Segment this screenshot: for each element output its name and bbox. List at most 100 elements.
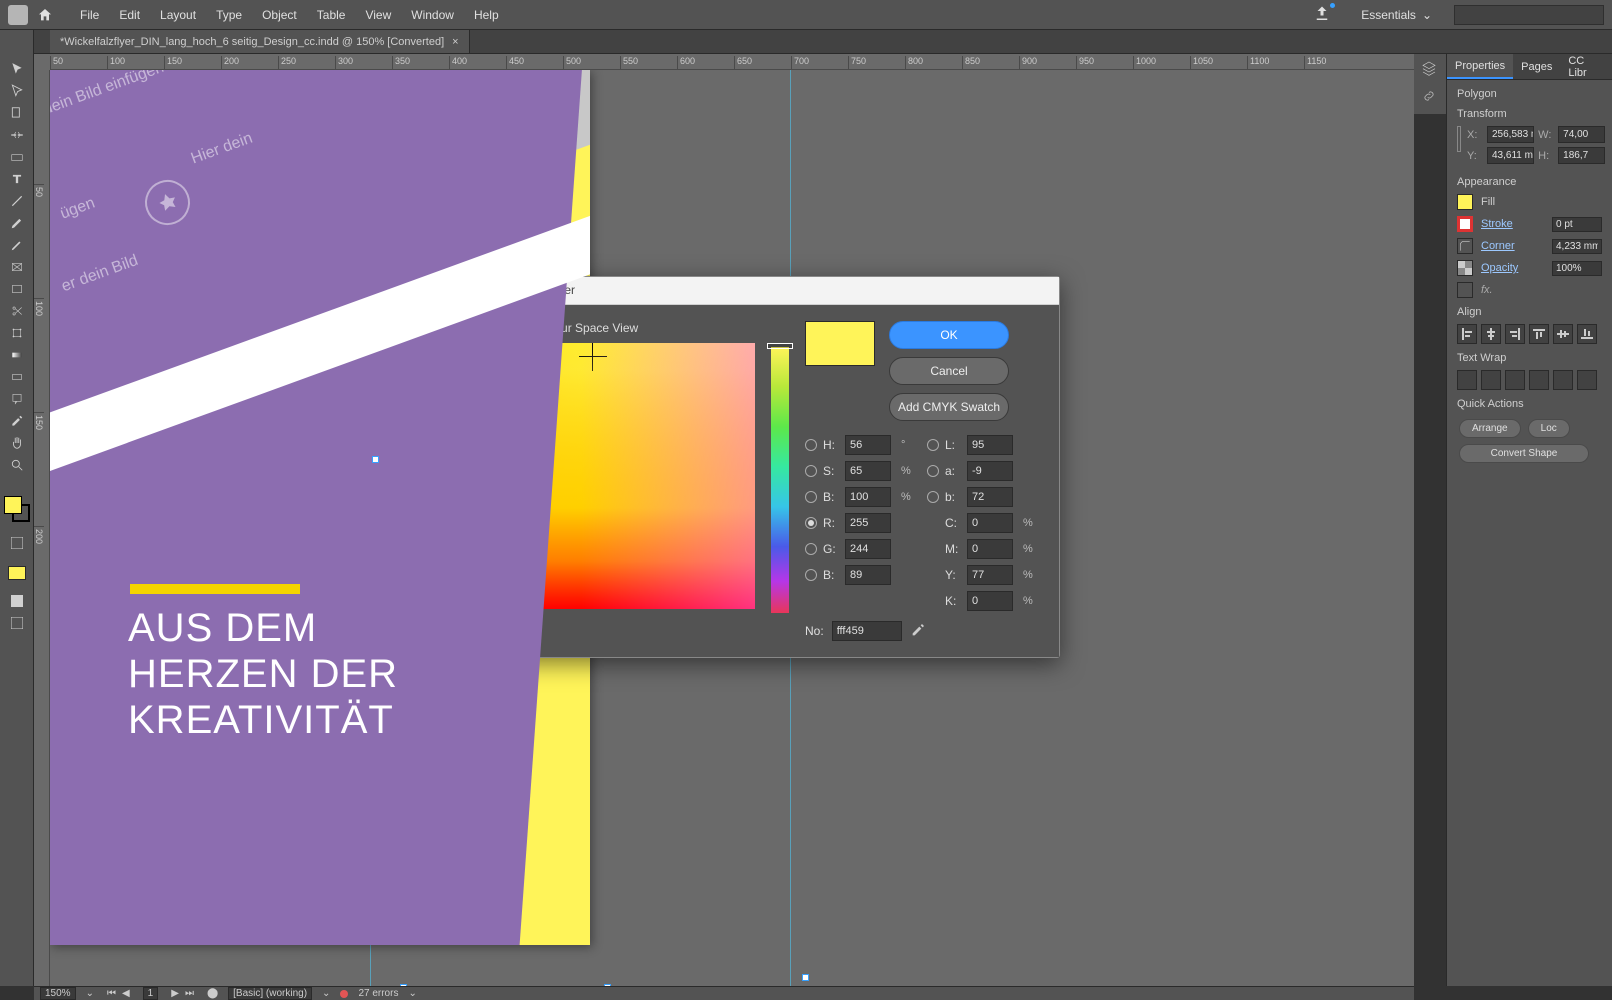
wrap-jump-icon[interactable] [1529, 370, 1549, 390]
fill-swatch-picker[interactable] [1457, 194, 1473, 210]
rectangle-frame-tool-icon[interactable] [3, 256, 31, 278]
tab-pages[interactable]: Pages [1513, 54, 1560, 79]
align-bottom-icon[interactable] [1577, 324, 1597, 344]
corner-link[interactable]: Corner [1481, 240, 1544, 252]
reference-point-grid[interactable] [1457, 126, 1461, 152]
page-number[interactable]: 1 [143, 987, 159, 1000]
colour-picker-dialog[interactable]: Colour Picker RGB Colour Space View OK C… [490, 276, 1060, 658]
stroke-weight-input[interactable] [1552, 217, 1602, 232]
formatting-container-icon[interactable] [3, 532, 31, 554]
selection-handle[interactable] [802, 974, 809, 981]
menu-edit[interactable]: Edit [109, 8, 150, 22]
page-tool-icon[interactable] [3, 102, 31, 124]
page-nav-fwd[interactable]: ▶⏭ [168, 988, 197, 999]
colour-field-cursor[interactable] [585, 349, 601, 365]
layers-panel-icon[interactable] [1421, 60, 1439, 78]
y-input[interactable]: 43,611 mm [1487, 147, 1534, 164]
gradient-swatch-tool-icon[interactable] [3, 344, 31, 366]
eyedropper-icon[interactable] [910, 622, 928, 640]
br-input[interactable] [845, 487, 891, 507]
stroke-link[interactable]: Stroke [1481, 218, 1544, 230]
share-icon[interactable] [1313, 5, 1333, 25]
radio-l[interactable] [927, 439, 939, 451]
selection-handle[interactable] [400, 984, 407, 986]
tab-cc-libraries[interactable]: CC Libr [1560, 54, 1612, 79]
corner-input[interactable] [1552, 239, 1602, 254]
radio-br[interactable] [805, 491, 817, 503]
tab-properties[interactable]: Properties [1447, 54, 1513, 79]
radio-a[interactable] [927, 465, 939, 477]
align-right-icon[interactable] [1505, 324, 1525, 344]
a-input[interactable] [967, 461, 1013, 481]
fill-stroke-swatch[interactable] [4, 496, 30, 522]
wrap-jump-next-icon[interactable] [1553, 370, 1573, 390]
radio-g[interactable] [805, 543, 817, 555]
h-input[interactable]: 186,7 [1558, 147, 1605, 164]
zoom-level[interactable]: 150% [40, 987, 76, 1000]
error-count[interactable]: 27 errors [358, 988, 398, 999]
arrange-button[interactable]: Arrange [1459, 419, 1521, 438]
horizontal-ruler[interactable]: 5010015020025030035040045050055060065070… [50, 54, 1414, 70]
vertical-ruler[interactable]: 50100150200 [34, 70, 50, 986]
zoom-tool-icon[interactable] [3, 454, 31, 476]
ok-button[interactable]: OK [889, 321, 1009, 349]
hue-slider[interactable] [771, 347, 789, 613]
m-input[interactable] [967, 539, 1013, 559]
gap-tool-icon[interactable] [3, 124, 31, 146]
eyedropper-tool-icon[interactable] [3, 410, 31, 432]
align-left-icon[interactable] [1457, 324, 1477, 344]
hue-slider-thumb[interactable] [767, 343, 793, 349]
radio-s[interactable] [805, 465, 817, 477]
menu-file[interactable]: File [70, 8, 109, 22]
x-input[interactable]: 256,583 m [1487, 126, 1534, 143]
corner-icon[interactable] [1457, 238, 1473, 254]
w-input[interactable]: 74,00 [1558, 126, 1605, 143]
menu-window[interactable]: Window [401, 8, 464, 22]
home-icon[interactable] [34, 4, 56, 26]
workspace-switcher[interactable]: Essentials⌄ [1351, 4, 1442, 26]
radio-lab-b[interactable] [927, 491, 939, 503]
preflight-profile[interactable]: [Basic] (working) [228, 987, 312, 1000]
close-tab-icon[interactable]: × [452, 36, 458, 48]
hand-tool-icon[interactable] [3, 432, 31, 454]
pen-tool-icon[interactable] [3, 212, 31, 234]
content-collector-tool-icon[interactable] [3, 146, 31, 168]
effects-icon[interactable] [1457, 282, 1473, 298]
convert-shape-button[interactable]: Convert Shape [1459, 444, 1589, 463]
search-input[interactable] [1454, 5, 1604, 25]
fill-swatch[interactable] [4, 496, 22, 514]
align-top-icon[interactable] [1529, 324, 1549, 344]
align-hcenter-icon[interactable] [1481, 324, 1501, 344]
lab-b-input[interactable] [967, 487, 1013, 507]
radio-b[interactable] [805, 569, 817, 581]
free-transform-tool-icon[interactable] [3, 322, 31, 344]
k-input[interactable] [967, 591, 1013, 611]
align-vcenter-icon[interactable] [1553, 324, 1573, 344]
stroke-swatch-picker[interactable] [1457, 216, 1473, 232]
radio-h[interactable] [805, 439, 817, 451]
pencil-tool-icon[interactable] [3, 234, 31, 256]
opacity-icon[interactable] [1457, 260, 1473, 276]
dialog-titlebar[interactable]: Colour Picker [491, 277, 1059, 305]
apply-color-swatch[interactable] [8, 566, 26, 580]
add-cmyk-swatch-button[interactable]: Add CMYK Swatch [889, 393, 1009, 421]
wrap-none-icon[interactable] [1457, 370, 1477, 390]
r-input[interactable] [845, 513, 891, 533]
hex-input[interactable] [832, 621, 902, 641]
view-mode-normal-icon[interactable] [3, 590, 31, 612]
lock-button[interactable]: Loc [1528, 419, 1570, 438]
wrap-shape-icon[interactable] [1505, 370, 1525, 390]
y-input[interactable] [967, 565, 1013, 585]
cancel-button[interactable]: Cancel [889, 357, 1009, 385]
s-input[interactable] [845, 461, 891, 481]
menu-help[interactable]: Help [464, 8, 509, 22]
h-input[interactable] [845, 435, 891, 455]
menu-table[interactable]: Table [307, 8, 356, 22]
type-tool-icon[interactable] [3, 168, 31, 190]
menu-type[interactable]: Type [206, 8, 252, 22]
document-page[interactable]: dein Bild einfügen Hier dein ügen er dei… [50, 70, 590, 945]
view-mode-preview-icon[interactable] [3, 612, 31, 634]
menu-object[interactable]: Object [252, 8, 307, 22]
radio-r[interactable] [805, 517, 817, 529]
opacity-link[interactable]: Opacity [1481, 262, 1544, 274]
